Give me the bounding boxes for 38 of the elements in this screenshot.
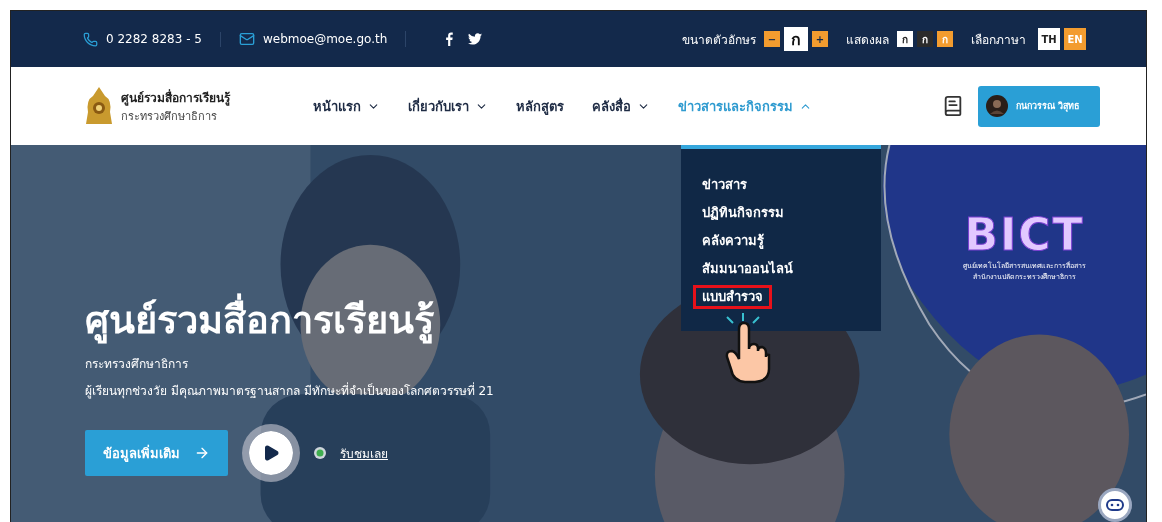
- menu-item[interactable]: สัมมนาออนไลน์: [693, 257, 802, 281]
- book-icon[interactable]: [942, 95, 964, 117]
- menu-item[interactable]: ข่าวสาร: [693, 173, 756, 197]
- hero-subtitle: กระทรวงศึกษาธิการ: [85, 356, 188, 373]
- twitter-icon[interactable]: [468, 33, 483, 45]
- display-mode-button[interactable]: ก: [897, 31, 913, 47]
- decrease-font-button[interactable]: −: [764, 31, 780, 47]
- default-font-button[interactable]: ก: [784, 27, 808, 51]
- nav-link[interactable]: หน้าแรก: [313, 95, 380, 117]
- menu-item[interactable]: คลังความรู้: [693, 229, 773, 253]
- increase-font-button[interactable]: +: [812, 31, 828, 47]
- logo-letters: BICT: [964, 209, 1085, 260]
- hero-tagline: ผู้เรียนทุกช่วงวัย มีคุณภาพมาตรฐานสากล มีทักษะที่จำเป็นของโลกศตวรรษที่ 21: [85, 381, 494, 400]
- hero-title: ศูนย์รวมสื่อการเรียนรู้: [85, 289, 434, 350]
- nav-link[interactable]: เกี่ยวกับเรา: [408, 95, 488, 117]
- emblem-icon: [85, 86, 113, 126]
- ministry-name: กระทรวงศึกษาธิการ: [121, 108, 218, 125]
- hand-cursor-icon: [723, 311, 771, 385]
- font-size-label: ขนาดตัวอักษร: [682, 31, 756, 49]
- menu-item[interactable]: ปฏิทินกิจกรรม: [693, 201, 793, 225]
- watch-now-link[interactable]: รับชมเลย: [340, 443, 388, 463]
- status-dot-icon: [314, 447, 326, 459]
- mail-icon: [238, 31, 255, 47]
- facebook-icon[interactable]: [444, 32, 455, 46]
- play-icon: [262, 444, 280, 462]
- display-mode-button[interactable]: ก: [917, 31, 933, 47]
- avatar-icon: [986, 95, 1008, 117]
- robot-icon: [1106, 499, 1124, 511]
- email-address: webmoe@moe.go.th: [262, 32, 388, 46]
- nav-link[interactable]: คลังสื่อ: [592, 95, 650, 117]
- phone-number: 0 2282 8283 - 5: [106, 32, 202, 46]
- site-name: ศูนย์รวมสื่อการเรียนรู้: [121, 88, 230, 107]
- language-option[interactable]: TH: [1038, 28, 1060, 50]
- nav-link[interactable]: หลักสูตร: [516, 95, 564, 117]
- menu-item[interactable]: แบบสำรวจ: [693, 285, 772, 309]
- phone-icon: [83, 31, 98, 47]
- language-label: เลือกภาษา: [971, 31, 1026, 49]
- display-label: แสดงผล: [846, 31, 889, 49]
